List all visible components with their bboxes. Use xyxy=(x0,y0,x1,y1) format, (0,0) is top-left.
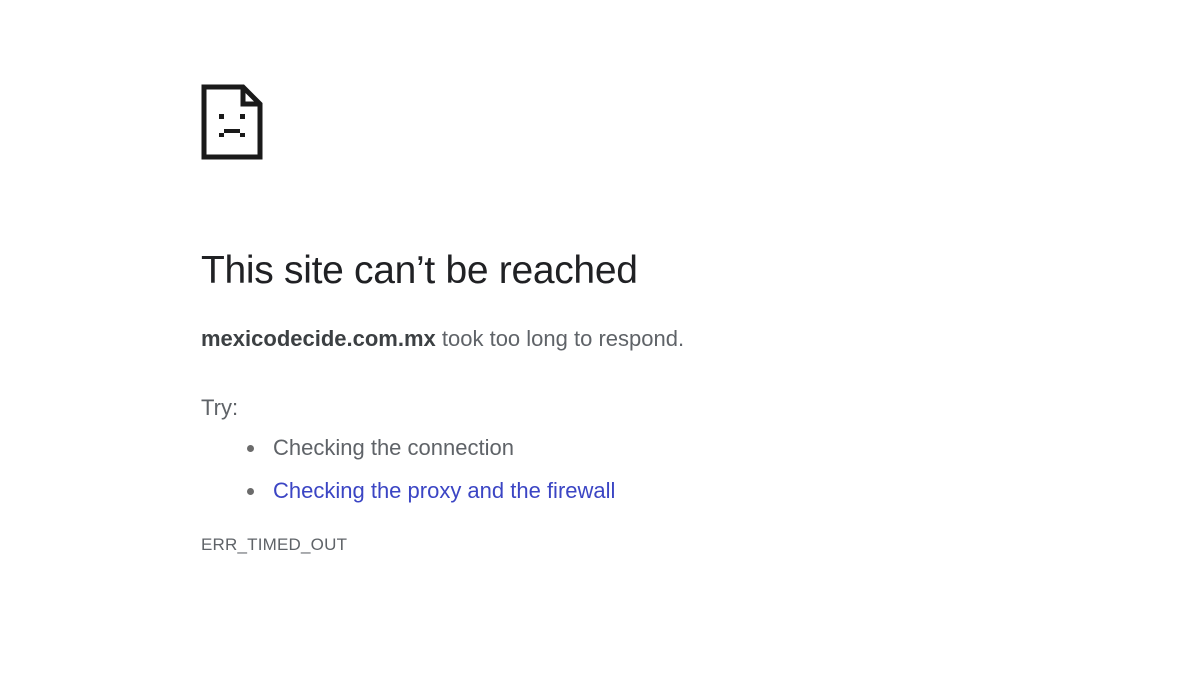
list-item: Checking the proxy and the firewall xyxy=(245,477,1101,505)
error-summary-message: took too long to respond. xyxy=(435,326,685,351)
error-summary: mexicodecide.com.mx took too long to res… xyxy=(201,324,1101,354)
error-page: This site can’t be reached mexicodecide.… xyxy=(201,84,1101,555)
sad-page-icon xyxy=(201,84,263,160)
suggestion-list: Checking the connection Checking the pro… xyxy=(201,434,1101,505)
list-item: Checking the connection xyxy=(245,434,1101,462)
page-title: This site can’t be reached xyxy=(201,249,638,292)
try-label: Try: xyxy=(201,395,239,420)
host-name: mexicodecide.com.mx xyxy=(201,326,436,351)
error-code: ERR_TIMED_OUT xyxy=(201,535,348,554)
suggestion-check-proxy-firewall-link[interactable]: Checking the proxy and the firewall xyxy=(273,478,615,503)
bullet-icon xyxy=(247,445,254,452)
suggestion-check-connection: Checking the connection xyxy=(273,435,514,460)
bullet-icon xyxy=(247,488,254,495)
